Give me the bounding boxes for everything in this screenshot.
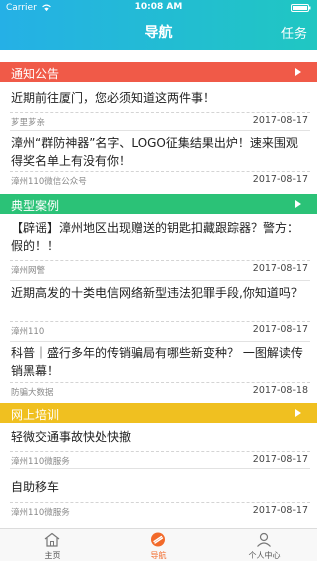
item-date: 2017-08-17 (252, 505, 308, 516)
task-button[interactable]: 任务 (281, 23, 307, 42)
home-icon (44, 532, 60, 547)
item-date: 2017-08-17 (252, 263, 308, 274)
section-title: 网上培训 (11, 408, 60, 422)
item-source: 防骗大数据 (11, 388, 54, 398)
list-item[interactable]: 自助移车 漳州110微服务 2017-08-17 (0, 469, 317, 524)
item-date: 2017-08-17 (252, 324, 308, 335)
section-header-training[interactable]: 网上培训 (0, 403, 317, 423)
page-title: 导航 (144, 25, 173, 41)
tab-home[interactable]: 主页 (0, 529, 105, 561)
navigation-icon (151, 532, 165, 547)
item-date: 2017-08-18 (252, 385, 308, 396)
item-title: 【辟谣】漳州地区出现赠送的钥匙扣藏跟踪器？警方：假的！！ (11, 221, 300, 253)
list-item[interactable]: 近期高发的十类电信网络新型违法犯罪手段,你知道吗？ 漳州110 2017-08-… (0, 281, 317, 341)
item-source: 漳州110微信公众号 (11, 177, 87, 187)
divider (10, 321, 310, 322)
item-source: 漳州网警 (11, 266, 46, 276)
item-title: 自助移车 (11, 480, 60, 494)
tab-bar: 主页 导航 个人中心 (0, 528, 317, 561)
item-title: 漳州“群防神器”名字、LOGO征集结果出炉！速来围观得奖名单上有没有你！ (11, 136, 298, 168)
section-header-notices[interactable]: 通知公告 (0, 62, 317, 82)
divider (10, 502, 310, 503)
item-date: 2017-08-17 (252, 174, 308, 185)
status-bar: Carrier 10:08 AM (0, 0, 317, 16)
arrow-right-icon (295, 200, 301, 208)
divider (10, 171, 310, 172)
item-source: 漳州110微服务 (11, 457, 70, 467)
header: Carrier 10:08 AM 导航 任务 (0, 0, 317, 50)
item-title: 近期前往厦门，您必须知道这两件事！ (11, 91, 216, 105)
list-item[interactable]: 漳州“群防神器”名字、LOGO征集结果出炉！速来围观得奖名单上有没有你！ 漳州1… (0, 131, 317, 194)
item-source: 芗里芗亲 (11, 118, 46, 128)
battery-icon (291, 4, 311, 12)
list-item[interactable]: 科普｜盛行多年的传销骗局有哪些新变种？ 一图解读传销黑幕！ 防骗大数据 2017… (0, 342, 317, 402)
screen: Carrier 10:08 AM 导航 任务 通知公告 近期前往厦门，您必须知道… (0, 0, 317, 561)
list-item[interactable]: 轻微交通事故快处快撤 漳州110微服务 2017-08-17 (0, 423, 317, 468)
section-title: 通知公告 (11, 67, 60, 81)
list-item[interactable]: 【辟谣】漳州地区出现赠送的钥匙扣藏跟踪器？警方：假的！！ 漳州网警 2017-0… (0, 214, 317, 280)
item-date: 2017-08-17 (252, 454, 308, 465)
tab-label: 主页 (44, 551, 61, 560)
list-item[interactable]: 近期前往厦门，您必须知道这两件事！ 芗里芗亲 2017-08-17 (0, 82, 317, 130)
divider (10, 382, 310, 383)
divider (10, 112, 310, 113)
tab-profile[interactable]: 个人中心 (212, 529, 317, 561)
item-title: 近期高发的十类电信网络新型违法犯罪手段,你知道吗？ (11, 286, 303, 300)
arrow-right-icon (295, 68, 301, 76)
item-title: 轻微交通事故快处快撤 (11, 430, 132, 444)
arrow-right-icon (295, 409, 301, 417)
divider (10, 260, 310, 261)
item-source: 漳州110微服务 (11, 508, 70, 518)
divider (10, 451, 310, 452)
person-icon (257, 532, 271, 547)
tab-label: 导航 (150, 551, 167, 560)
tab-label: 个人中心 (248, 551, 281, 560)
tab-navigation[interactable]: 导航 (106, 529, 211, 561)
item-date: 2017-08-17 (252, 115, 308, 126)
status-time: 10:08 AM (134, 2, 183, 12)
item-title: 科普｜盛行多年的传销骗局有哪些新变种？ 一图解读传销黑幕！ (11, 346, 303, 378)
section-header-cases[interactable]: 典型案例 (0, 194, 317, 214)
item-source: 漳州110 (11, 327, 45, 337)
section-title: 典型案例 (11, 199, 60, 213)
